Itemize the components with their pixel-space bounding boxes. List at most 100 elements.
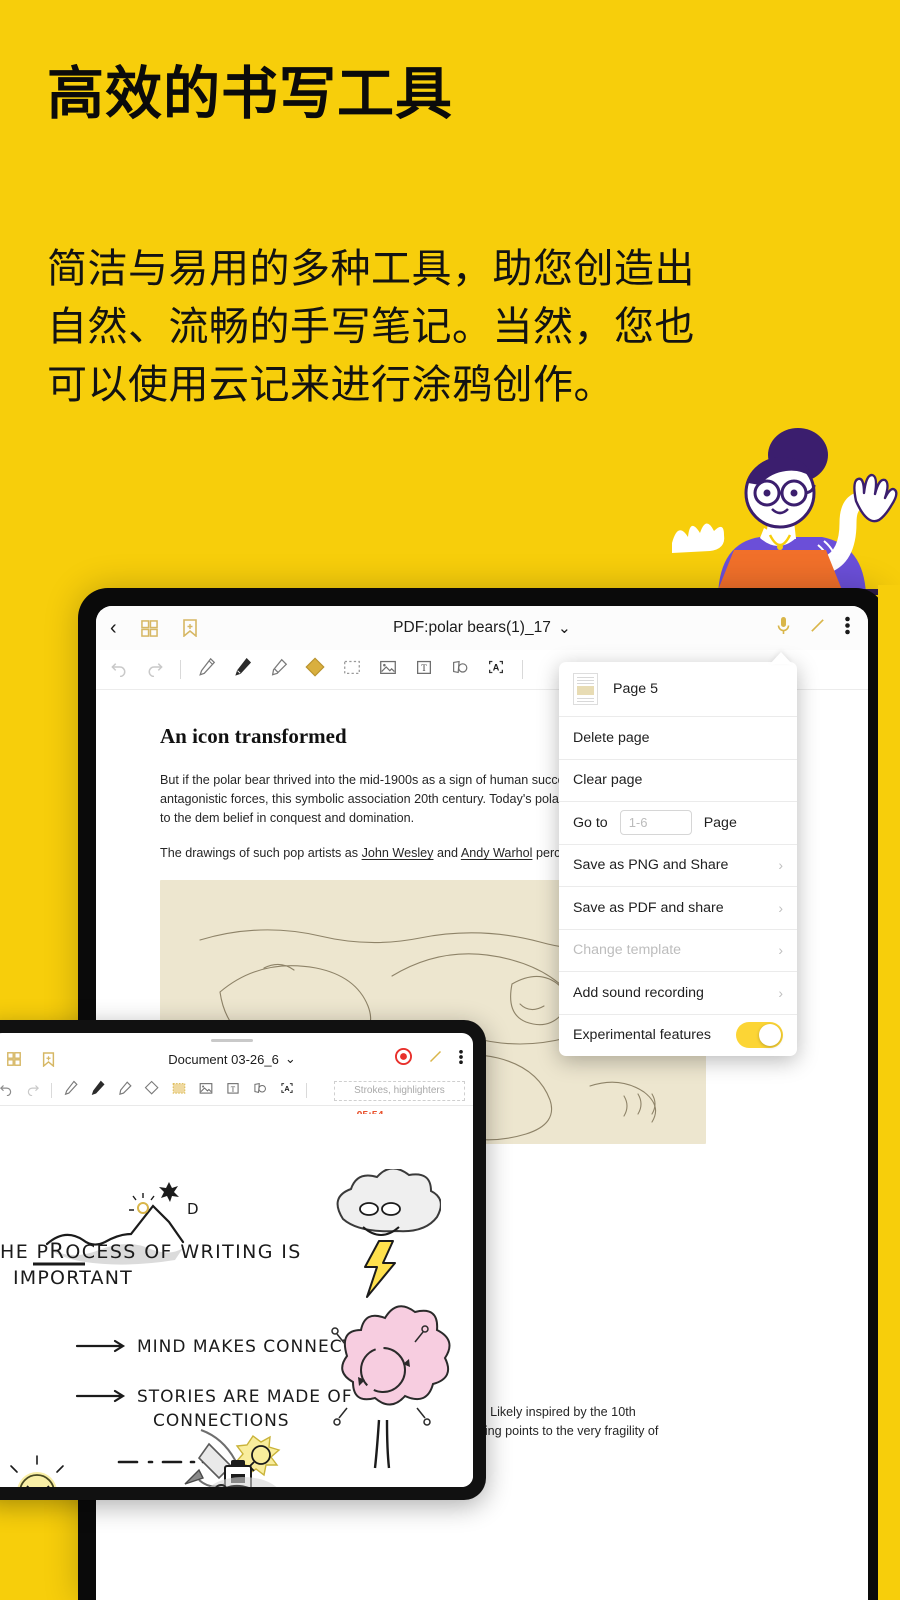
link-andy-warhol[interactable]: Andy Warhol [461, 846, 533, 860]
menu-save-png-label: Save as PNG and Share [573, 857, 729, 874]
more-vertical-icon[interactable] [459, 1049, 463, 1070]
front-topbar-actions [395, 1048, 463, 1070]
menu-clear-page[interactable]: Clear page [559, 758, 797, 802]
link-john-wesley[interactable]: John Wesley [362, 846, 434, 860]
swatch-tool[interactable] [171, 1080, 187, 1101]
goto-suffix-label: Page [703, 814, 737, 831]
back-document-title-group[interactable]: PDF:polar bears(1)_17 ⌄ [96, 606, 868, 650]
undo-tool[interactable] [0, 1081, 14, 1101]
pencil-tool[interactable] [63, 1080, 79, 1101]
menu-goto-page[interactable]: Go to 1-6 Page [559, 801, 797, 844]
svg-text:A: A [284, 1084, 290, 1093]
strokes-highlighters-field[interactable]: Strokes, highlighters [333, 1080, 466, 1101]
ocr-tool[interactable]: A [279, 1080, 295, 1101]
svg-text:A: A [493, 663, 500, 673]
bookmark-add-icon[interactable] [35, 1046, 61, 1072]
handwriting-canvas[interactable]: D THE PROCESS OF WRITING IS IMPORTANT MI… [0, 1114, 473, 1487]
front-document-title: Document 03-26_6 [168, 1051, 279, 1067]
shape-tool[interactable] [450, 657, 470, 682]
subtitle-line-1: 简洁与易用的多种工具，助您创造出 [47, 247, 695, 291]
hw-line-5: CONNECTIONS [153, 1411, 290, 1431]
more-vertical-icon[interactable] [845, 616, 850, 640]
menu-page-label: Page 5 [613, 681, 658, 697]
menu-experimental-label: Experimental features [573, 1027, 712, 1044]
menu-change-template: Change template › [559, 928, 797, 972]
menu-delete-page[interactable]: Delete page [559, 716, 797, 759]
menu-caret [770, 652, 792, 664]
chevron-down-icon: ⌄ [557, 619, 571, 637]
bottom-sketch-doodle [209, 1477, 277, 1487]
tablet-front-screen: Document 03-26_6 ⌄ T A Strokes, highligh… [0, 1033, 473, 1487]
svg-text:T: T [231, 1085, 236, 1093]
para2-pre: The drawings of such pop artists as [160, 846, 362, 861]
right-yellow-strip [878, 585, 900, 1600]
menu-change-template-label: Change template [573, 942, 682, 959]
redo-tool[interactable] [25, 1081, 40, 1101]
toolbar-divider-2 [522, 660, 523, 679]
hw-line-1: THE PROCESS OF WRITING IS [0, 1239, 302, 1263]
chevron-right-icon: › [778, 899, 783, 916]
page-title: 高效的书写工具 [47, 62, 453, 126]
pen-tool[interactable] [233, 657, 253, 682]
ocr-tool[interactable]: A [486, 657, 506, 682]
menu-experimental-features[interactable]: Experimental features [559, 1013, 797, 1057]
menu-page-header[interactable]: Page 5 [559, 662, 797, 716]
bookmark-add-icon[interactable] [177, 615, 203, 641]
grid-icon[interactable] [1, 1046, 27, 1072]
chevron-right-icon: › [778, 942, 783, 959]
thundercloud-doodle [336, 1169, 441, 1298]
highlighter-tool[interactable] [269, 657, 289, 682]
eraser-tool[interactable] [144, 1080, 160, 1101]
page-subtitle: 简洁与易用的多种工具，助您创造出 自然、流畅的手写笔记。当然，您也 可以使用云记… [47, 240, 807, 414]
chevron-right-icon: › [778, 984, 783, 1001]
pen-icon[interactable] [428, 1049, 443, 1069]
menu-save-png-share[interactable]: Save as PNG and Share › [559, 843, 797, 887]
chevron-down-icon: ⌄ [284, 1051, 296, 1066]
svg-text:T: T [421, 663, 427, 673]
eraser-tool[interactable] [305, 656, 326, 683]
back-document-title: PDF:polar bears(1)_17 [393, 619, 551, 636]
undo-tool[interactable] [110, 658, 129, 682]
back-app-topbar: ‹ PDF:polar bears(1)_17 ⌄ [96, 606, 868, 650]
svg-text:D: D [187, 1200, 199, 1218]
menu-clear-page-label: Clear page [573, 772, 643, 789]
back-topbar-actions [777, 616, 854, 640]
menu-delete-page-label: Delete page [573, 729, 650, 746]
microphone-icon[interactable] [777, 616, 790, 640]
menu-save-pdf-label: Save as PDF and share [573, 899, 724, 916]
record-stop-icon[interactable] [395, 1048, 412, 1070]
page-thumbnail-icon [573, 673, 598, 705]
insert-image-tool[interactable] [198, 1080, 214, 1101]
back-arrow-icon[interactable]: ‹ [110, 618, 117, 638]
menu-save-pdf-share[interactable]: Save as PDF and share › [559, 886, 797, 929]
pink-cloud-doodle [331, 1305, 451, 1469]
front-toolbar-divider-1 [51, 1083, 52, 1098]
text-box-tool[interactable]: T [225, 1080, 241, 1101]
lasso-select-tool[interactable] [342, 657, 362, 682]
para2-mid: and [433, 846, 461, 861]
hw-line-2: IMPORTANT [13, 1267, 133, 1289]
pencil-tool[interactable] [197, 657, 217, 682]
grid-icon[interactable] [137, 615, 163, 641]
menu-add-sound-label: Add sound recording [573, 984, 704, 1001]
chevron-right-icon: › [778, 857, 783, 874]
promo-screenshot: 高效的书写工具 简洁与易用的多种工具，助您创造出 自然、流畅的手写笔记。当然，您… [0, 0, 900, 1600]
redo-tool[interactable] [145, 658, 164, 682]
goto-page-input[interactable]: 1-6 [619, 810, 692, 836]
goto-prefix-label: Go to [573, 814, 608, 831]
front-app-topbar: Document 03-26_6 ⌄ [0, 1042, 473, 1076]
toolbar-divider-1 [180, 660, 181, 679]
front-toolbar-divider-2 [305, 1083, 307, 1098]
subtitle-line-3: 可以使用云记来进行涂鸦创作。 [47, 363, 614, 407]
pen-tool[interactable] [90, 1080, 106, 1101]
page-options-menu: Page 5 Delete page Clear page Go to 1-6 … [559, 662, 797, 1056]
menu-add-sound-recording[interactable]: Add sound recording › [559, 971, 797, 1014]
shape-tool[interactable] [252, 1080, 268, 1101]
highlighter-tool[interactable] [117, 1080, 133, 1101]
pen-icon[interactable] [809, 617, 826, 639]
text-box-tool[interactable]: T [414, 657, 434, 682]
experimental-features-toggle[interactable] [736, 1022, 783, 1049]
person-with-laptop-illustration [640, 428, 900, 595]
tablet-device-front: Document 03-26_6 ⌄ T A Strokes, highligh… [0, 1020, 486, 1500]
insert-image-tool[interactable] [378, 657, 398, 682]
